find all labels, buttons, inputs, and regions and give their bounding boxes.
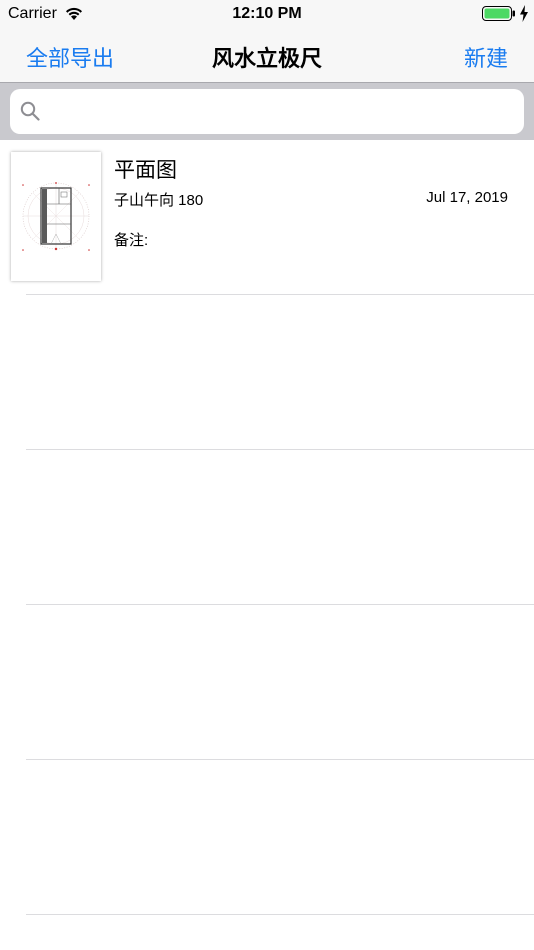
row-separator [26, 449, 534, 450]
row-separator [26, 604, 534, 605]
navigation-bar: 全部导出 风水立极尺 新建 [0, 28, 534, 82]
record-note: 备注: [114, 232, 149, 249]
row-separator [26, 914, 534, 915]
new-button[interactable]: 新建 [464, 41, 508, 73]
record-direction: 子山午向 180 [114, 192, 204, 209]
list-item[interactable]: 平面图 子山午向 180 Jul 17, 2019 备注: [0, 140, 534, 294]
floor-plan-image [22, 182, 90, 251]
row-separator [26, 759, 534, 760]
row-separator [26, 294, 534, 295]
floor-plan-thumbnail [11, 152, 101, 281]
charging-icon [520, 5, 528, 22]
page-title: 风水立极尺 [211, 46, 322, 71]
status-bar: Carrier 12:10 PM [0, 0, 534, 28]
search-icon [20, 101, 40, 121]
battery-icon [482, 6, 515, 21]
clock: 12:10 PM [232, 5, 302, 22]
search-field[interactable] [10, 89, 524, 134]
record-date: Jul 17, 2019 [426, 189, 508, 206]
record-title: 平面图 [114, 159, 177, 182]
search-input[interactable] [50, 95, 514, 129]
search-bar [0, 82, 534, 140]
app-screen: Carrier 12:10 PM 全部导出 风水立极尺 新建 平面图 子山午向 … [0, 0, 534, 950]
